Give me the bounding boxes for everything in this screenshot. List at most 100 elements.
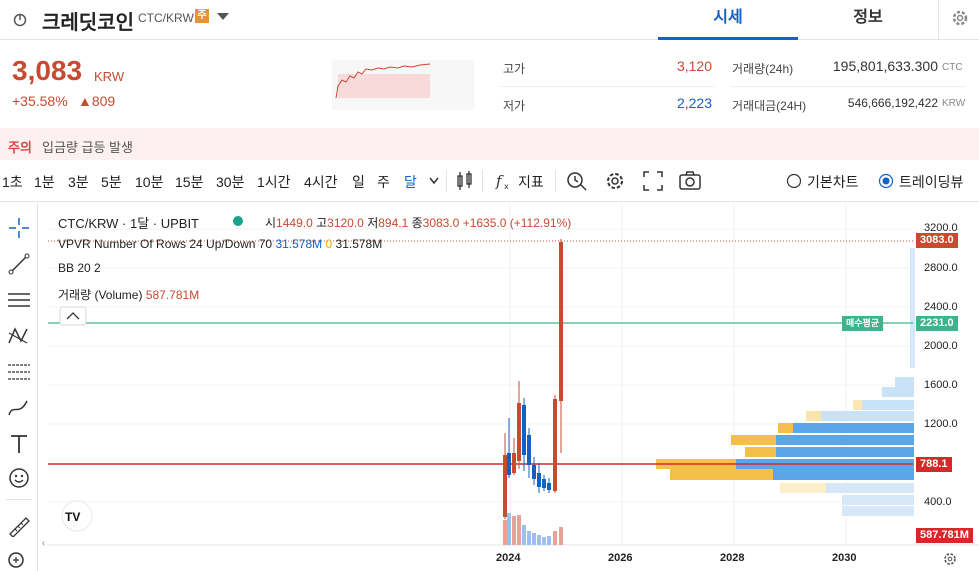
drawing-tools — [0, 203, 38, 571]
y-tick: 1600.0 — [924, 379, 958, 391]
chart-toolbar: 1초 1분 3분 5분 10분 15분 30분 1시간 4시간 일 주 달 f … — [0, 160, 979, 202]
x-tick: 2026 — [608, 552, 633, 564]
y-tick: 2400.0 — [924, 301, 958, 313]
interval-1h[interactable]: 1시간 — [257, 172, 291, 192]
legend-ohlc: 시1449.0 고3120.0 저894.1 종3083.0 +1635.0 (… — [265, 214, 571, 231]
horizontal-lines-icon[interactable] — [6, 289, 32, 311]
amount-value: 546,666,192,422 — [847, 96, 938, 110]
interval-30m[interactable]: 30분 — [216, 172, 244, 192]
current-price: 3,083 — [12, 55, 83, 86]
vpvr-up: 31.578M — [275, 237, 323, 251]
interval-5m[interactable]: 5분 — [101, 172, 122, 192]
trend-line-icon[interactable] — [8, 253, 30, 275]
brush-icon[interactable] — [7, 397, 31, 419]
tab-price[interactable]: 시세 — [658, 0, 798, 40]
x-tick: 2028 — [720, 552, 745, 564]
vpvr-label: VPVR Number Of Rows 24 Up/Down 70 — [58, 237, 273, 251]
warning-badge: 주 — [195, 9, 209, 23]
function-icon[interactable]: f x — [494, 170, 512, 192]
low-value: 894.1 — [378, 216, 409, 230]
volume-value: 587.781M — [145, 288, 200, 302]
svg-text:TV: TV — [65, 510, 80, 524]
candle-type-icon[interactable] — [456, 170, 474, 192]
volume-profile — [656, 248, 915, 516]
pattern-icon[interactable] — [7, 325, 31, 347]
chart-area[interactable]: TV CTC/KRW · 1달 · UPBIT 시1449.0 고3120.0 … — [48, 203, 979, 571]
candlesticks — [503, 239, 563, 519]
x-tick: 2030 — [832, 552, 857, 564]
gear-icon[interactable] — [950, 8, 970, 28]
legend-vpvr: VPVR Number Of Rows 24 Up/Down 70 31.578… — [58, 237, 382, 251]
crosshair-icon[interactable] — [8, 217, 30, 239]
divider — [446, 170, 447, 192]
fullscreen-icon[interactable] — [642, 170, 664, 192]
basic-chart-label[interactable]: 기본차트 — [807, 172, 859, 192]
collapse-legend-button[interactable] — [59, 306, 87, 326]
status-dot-icon — [233, 216, 243, 226]
price-unit: KRW — [94, 69, 125, 84]
indicator-button[interactable]: 지표 — [518, 172, 544, 192]
svg-text:x: x — [504, 182, 509, 191]
fib-icon[interactable] — [6, 361, 32, 383]
interval-1m[interactable]: 1분 — [34, 172, 55, 192]
emoji-icon[interactable] — [8, 467, 30, 489]
open-value: 1449.0 — [276, 216, 313, 230]
tradingview-logo-icon[interactable]: TV — [61, 500, 93, 532]
chart-canvas[interactable]: TV — [48, 203, 979, 571]
volume-tag: 587.781M — [916, 528, 973, 543]
high-label: 고 — [316, 216, 328, 230]
radio-tradingview[interactable] — [878, 173, 894, 189]
y-tick: 2000.0 — [924, 340, 958, 352]
amount-label: 거래대금(24H) — [732, 99, 807, 113]
tab-info[interactable]: 정보 — [798, 0, 938, 40]
interval-1s[interactable]: 1초 — [2, 172, 23, 192]
radio-basic-chart[interactable] — [786, 173, 802, 189]
x-tick: 2024 — [496, 552, 521, 564]
change-amount: ▲809 — [78, 93, 116, 109]
alert-label: 주의 — [8, 140, 32, 155]
close-label: 종 — [411, 216, 423, 230]
settings-icon[interactable] — [604, 170, 626, 192]
interval-week[interactable]: 주 — [377, 172, 390, 192]
y-tick: 2800.0 — [924, 262, 958, 274]
interval-10m[interactable]: 10분 — [135, 172, 163, 192]
tradingview-label[interactable]: 트레이딩뷰 — [899, 172, 963, 192]
close-value: 3083.0 — [422, 216, 460, 230]
amount-unit: KRW — [942, 98, 966, 109]
interval-4h[interactable]: 4시간 — [304, 172, 338, 192]
volume-label: 거래량(24h) — [732, 62, 794, 76]
low-label: 저가 — [503, 99, 526, 113]
interval-3m[interactable]: 3분 — [68, 172, 89, 192]
text-icon[interactable] — [9, 433, 29, 455]
header: 크레딧코인 CTC/KRW 주 시세 정보 — [0, 0, 979, 40]
zoom-in-icon[interactable] — [7, 551, 29, 571]
vpvr-down: 0 — [325, 237, 333, 251]
high-value: 3,120 — [676, 58, 712, 74]
volume-value: 195,801,633.300 — [832, 58, 938, 74]
ruler-icon[interactable] — [7, 515, 31, 537]
svg-text:f: f — [495, 172, 504, 190]
volume-label: 거래량 (Volume) — [58, 288, 143, 302]
interval-month[interactable]: 달 — [404, 172, 417, 192]
high-label: 고가 — [503, 62, 526, 76]
legend-volume: 거래량 (Volume) 587.781M — [58, 286, 199, 303]
camera-icon[interactable] — [678, 170, 702, 192]
divider — [730, 86, 966, 87]
vpvr-total: 31.578M — [335, 237, 383, 251]
interval-15m[interactable]: 15분 — [175, 172, 203, 192]
y-tick: 400.0 — [924, 496, 952, 508]
line-price-tag: 788.1 — [916, 457, 952, 472]
refresh-icon[interactable] — [12, 12, 28, 28]
volume-bars — [503, 513, 563, 545]
interval-day[interactable]: 일 — [352, 172, 365, 192]
collapse-handle[interactable]: ‹ — [39, 530, 48, 558]
chevron-down-icon[interactable] — [216, 12, 230, 22]
chevron-down-icon[interactable] — [428, 176, 440, 186]
divider — [500, 86, 714, 87]
high-value: 3120.0 — [327, 216, 364, 230]
y-tick: 1200.0 — [924, 418, 958, 430]
divider — [482, 170, 483, 192]
divider — [555, 170, 556, 192]
alert-clock-icon[interactable] — [566, 170, 588, 192]
axis-settings-icon[interactable] — [942, 551, 958, 567]
